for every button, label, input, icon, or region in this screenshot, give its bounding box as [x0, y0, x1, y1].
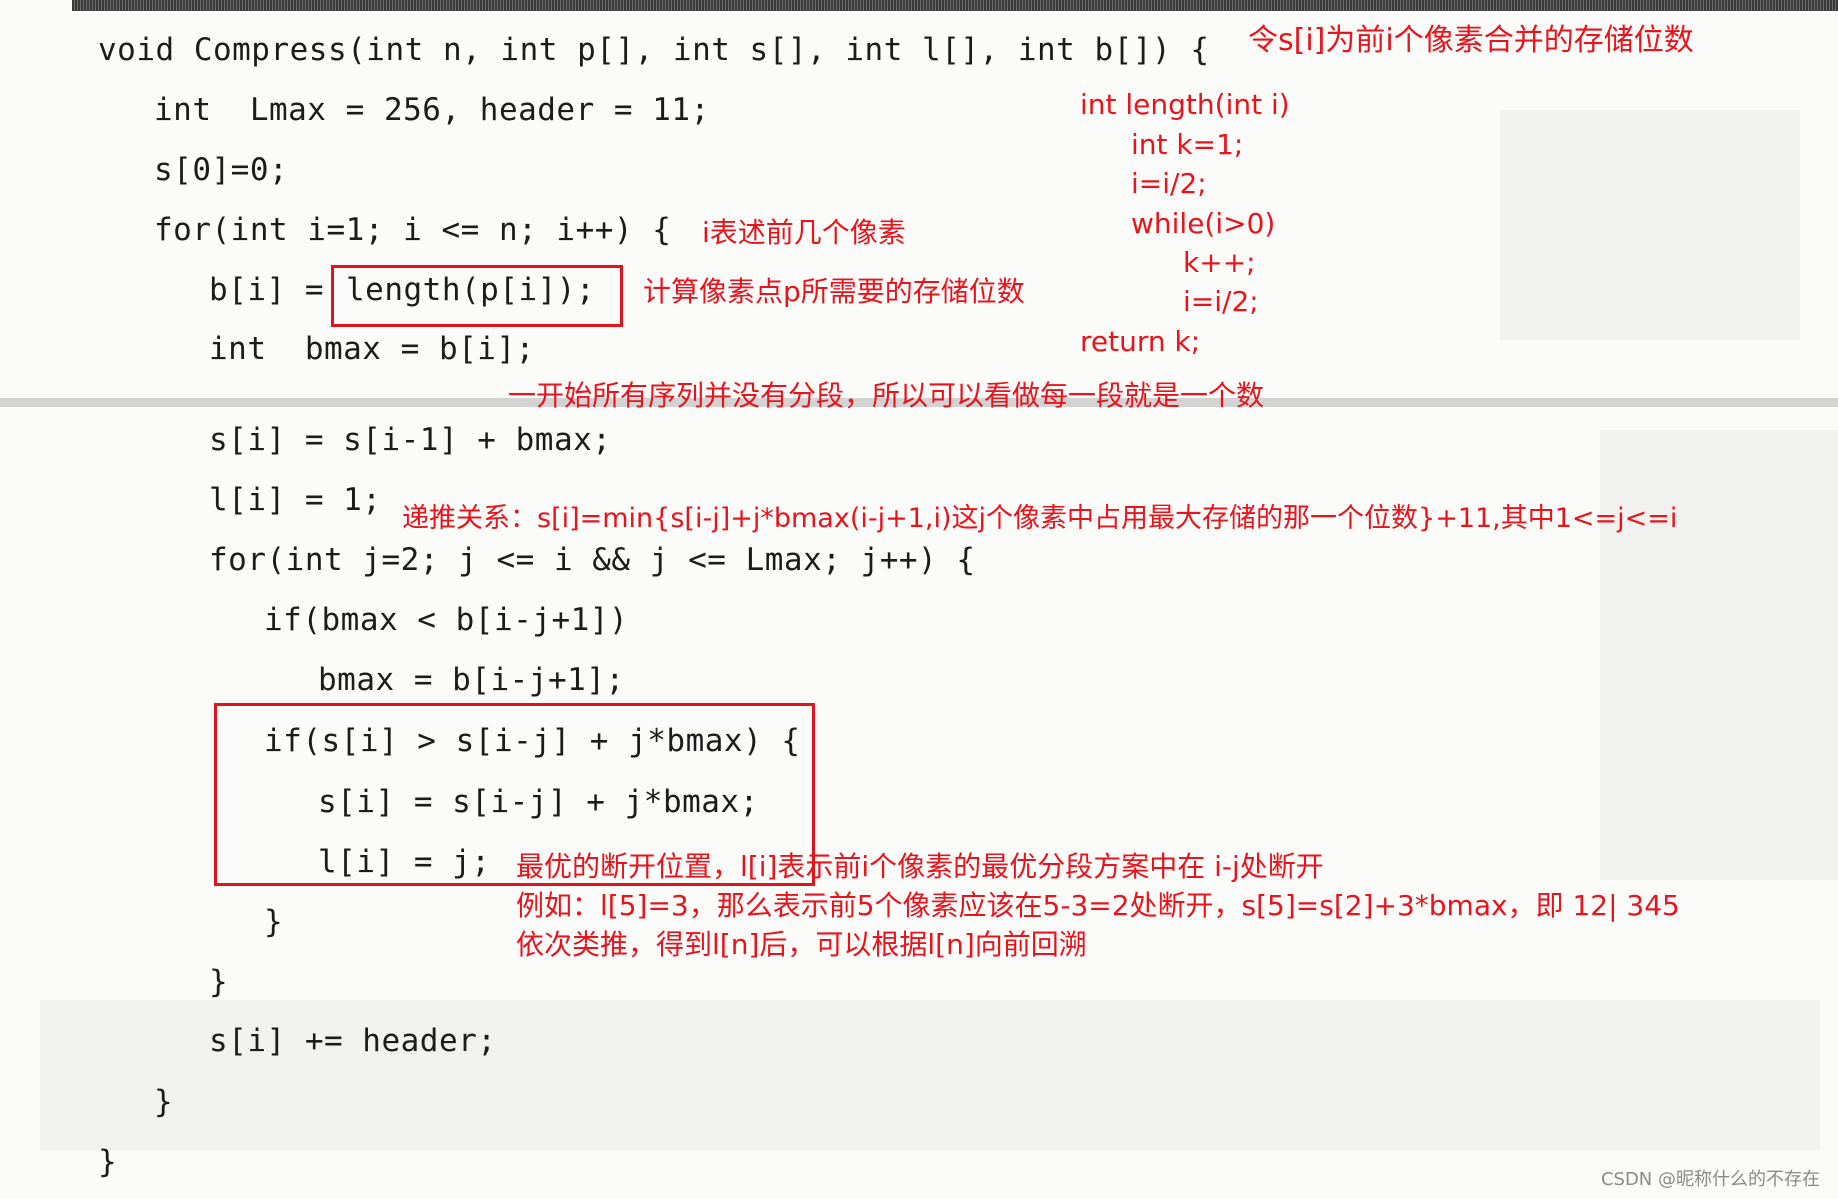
annotation-length-func-line: int k=1;: [1131, 128, 1244, 161]
annotation-initial-segment: 一开始所有序列并没有分段，所以可以看做每一段就是一个数: [508, 379, 1265, 412]
annotation-length-meaning: 计算像素点p所需要的存储位数: [643, 275, 1025, 308]
annotation-length-func-line: while(i>0): [1131, 207, 1276, 240]
code-line-vars: int Lmax = 256, header = 11;: [154, 92, 710, 128]
watermark: CSDN @昵称什么的不存在: [1600, 1169, 1820, 1190]
code-line-close-func: }: [98, 1144, 118, 1180]
annotation-length-func-line: i=i/2;: [1183, 285, 1259, 318]
code-line-bmax-init: int bmax = b[i];: [209, 331, 535, 367]
scan-artifact: [1500, 110, 1800, 340]
code-line-close-for-j: }: [209, 964, 229, 1000]
code-line-li-init: l[i] = 1;: [209, 482, 382, 518]
code-line-add-header: s[i] += header;: [209, 1023, 497, 1059]
code-line-bi-assign: b[i] =: [209, 272, 344, 308]
scan-artifact: [1600, 430, 1838, 880]
code-line-close-if: }: [264, 904, 284, 940]
code-line-for-i: for(int i=1; i <= n; i++) {: [154, 212, 672, 248]
code-line-close-for-i: }: [154, 1084, 174, 1120]
code-line-s0: s[0]=0;: [154, 152, 289, 188]
annotation-s-definition: 令s[i]为前i个像素合并的存储位数: [1248, 23, 1694, 58]
code-line-bmax-update: bmax = b[i-j+1];: [318, 662, 625, 698]
annotation-backtrack: 依次类推，得到l[n]后，可以根据l[n]向前回溯: [516, 928, 1087, 961]
annotation-length-func-line: int length(int i): [1080, 88, 1290, 121]
annotation-length-func-line: return k;: [1080, 325, 1201, 358]
code-line-for-j: for(int j=2; j <= i && j <= Lmax; j++) {: [209, 542, 976, 578]
annotation-i-meaning: i表述前几个像素: [702, 216, 906, 249]
scan-top-border: [72, 0, 1838, 11]
highlight-box-length-call: [331, 265, 623, 327]
annotation-length-func-line: i=i/2;: [1131, 167, 1207, 200]
annotation-break-example: 例如：l[5]=3，那么表示前5个像素应该在5-3=2处断开，s[5]=s[2]…: [516, 889, 1680, 922]
code-line-if-bmax: if(bmax < b[i-j+1]): [264, 602, 629, 638]
annotation-recurrence: 递推关系：s[i]=min{s[i-j]+j*bmax(i-j+1,i)这j个像…: [402, 503, 1678, 534]
annotation-break-position: 最优的断开位置，l[i]表示前i个像素的最优分段方案中在 i-j处断开: [516, 850, 1324, 883]
annotation-length-func-line: k++;: [1183, 246, 1256, 279]
code-line-si-init: s[i] = s[i-1] + bmax;: [209, 422, 612, 458]
code-line-signature: void Compress(int n, int p[], int s[], i…: [98, 32, 1210, 68]
